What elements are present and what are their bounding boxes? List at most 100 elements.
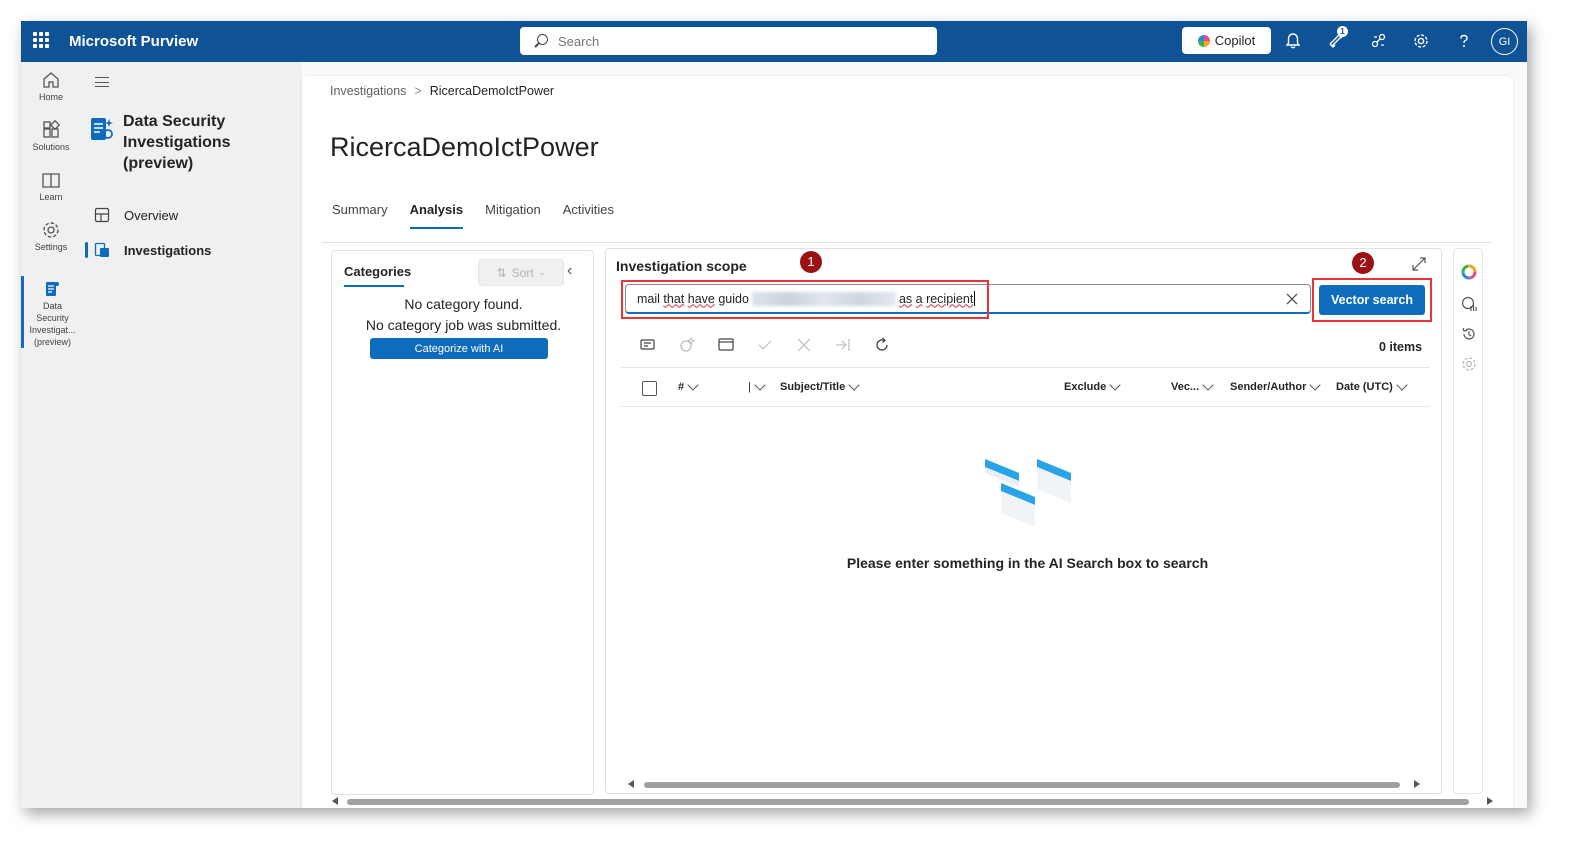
items-count: 0 items bbox=[1379, 340, 1423, 354]
app-title[interactable]: Microsoft Purview bbox=[69, 33, 198, 50]
expand-icon[interactable] bbox=[1411, 256, 1427, 272]
categories-tab[interactable]: Categories bbox=[344, 264, 411, 287]
copilot-icon[interactable] bbox=[1460, 263, 1478, 281]
app-window: Microsoft Purview Copilot 1 GI bbox=[21, 21, 1527, 808]
subnav-item-investigations[interactable]: Investigations bbox=[85, 236, 297, 264]
breadcrumb-current: RicercaDemoIctPower bbox=[429, 84, 555, 98]
search-icon bbox=[534, 34, 548, 48]
gear-icon[interactable] bbox=[1412, 32, 1430, 50]
insights-icon[interactable] bbox=[1460, 295, 1478, 313]
tab-summary[interactable]: Summary bbox=[332, 202, 388, 229]
breadcrumb: Investigations > RicercaDemoIctPower bbox=[330, 84, 554, 98]
column-label: Exclude bbox=[1064, 381, 1107, 393]
column-label: # bbox=[678, 381, 685, 393]
collapse-panel-icon[interactable]: ‹ bbox=[567, 262, 572, 280]
tag-icon[interactable] bbox=[628, 334, 667, 356]
settings-icon bbox=[43, 222, 59, 238]
column-vector[interactable]: Vec... bbox=[1171, 379, 1214, 393]
rail-item-label-line: Security bbox=[36, 313, 69, 323]
chevron-down-icon bbox=[687, 379, 699, 391]
chevron-down-icon bbox=[848, 379, 860, 391]
refresh-icon[interactable] bbox=[862, 334, 901, 356]
history-icon[interactable] bbox=[1460, 325, 1478, 343]
breadcrumb-parent-link[interactable]: Investigations bbox=[330, 84, 406, 98]
callout-1: 1 bbox=[800, 251, 822, 273]
subnav-item-label: Overview bbox=[124, 207, 179, 223]
dismiss-icon[interactable] bbox=[784, 334, 823, 356]
highlight-box-1 bbox=[621, 280, 989, 319]
close-icon[interactable] bbox=[1285, 292, 1299, 306]
global-search[interactable] bbox=[520, 27, 937, 55]
chevron-down-icon bbox=[754, 379, 766, 391]
page-horizontal-scrollbar[interactable] bbox=[331, 796, 1494, 807]
rail-item-label-line: (preview) bbox=[33, 337, 71, 347]
column-exclude[interactable]: Exclude bbox=[1064, 379, 1121, 393]
tab-activities[interactable]: Activities bbox=[563, 202, 614, 229]
solution-nav: Data Security Investigations (preview) O… bbox=[81, 62, 302, 808]
learn-icon bbox=[42, 173, 60, 188]
column-number[interactable]: # bbox=[678, 379, 699, 393]
scroll-right-icon[interactable] bbox=[1487, 797, 1493, 805]
rail-item-solutions[interactable]: Solutions bbox=[21, 120, 81, 152]
column-date[interactable]: Date (UTC) bbox=[1336, 379, 1408, 393]
select-all-checkbox[interactable] bbox=[642, 381, 657, 396]
chevron-down-icon: ⌄ bbox=[538, 268, 546, 277]
rail-item-settings[interactable]: Settings bbox=[21, 220, 81, 252]
scroll-right-icon[interactable] bbox=[1414, 780, 1420, 788]
rail-item-label-line: Data bbox=[42, 301, 62, 311]
page-title: RicercaDemoIctPower bbox=[330, 132, 599, 162]
column-label: Sender/Author bbox=[1230, 381, 1307, 393]
categorize-with-ai-button[interactable]: Categorize with AI bbox=[370, 338, 548, 359]
settings-gear-icon[interactable] bbox=[1460, 355, 1478, 373]
bell-icon[interactable] bbox=[1284, 32, 1302, 50]
window-icon[interactable] bbox=[706, 334, 745, 356]
tab-mitigation[interactable]: Mitigation bbox=[485, 202, 541, 229]
scrollbar-thumb[interactable] bbox=[644, 782, 1400, 788]
data-security-investigations-icon bbox=[45, 282, 59, 296]
investigation-scope-title: Investigation scope bbox=[616, 258, 747, 274]
subnav-item-label: Investigations bbox=[124, 242, 212, 258]
column-sender-author[interactable]: Sender/Author bbox=[1230, 379, 1322, 393]
sort-icon: ⇅ bbox=[496, 265, 507, 280]
investigations-icon bbox=[94, 242, 109, 257]
checkmark-icon[interactable] bbox=[745, 334, 784, 356]
sort-button[interactable]: ⇅ Sort ⌄ bbox=[478, 259, 564, 286]
global-search-input[interactable] bbox=[558, 33, 918, 49]
rail-item-label: Learn bbox=[39, 192, 63, 202]
empty-state-illustration bbox=[985, 459, 1071, 527]
column-label: Subject/Title bbox=[780, 381, 846, 393]
scroll-left-icon[interactable] bbox=[628, 780, 634, 788]
top-bar: Microsoft Purview Copilot 1 GI bbox=[21, 21, 1527, 62]
copilot-label: Copilot bbox=[1214, 33, 1256, 48]
rail-item-learn[interactable]: Learn bbox=[21, 170, 81, 202]
app-launcher-icon[interactable] bbox=[33, 32, 49, 48]
column-label: Date (UTC) bbox=[1336, 381, 1393, 393]
user-avatar[interactable]: GI bbox=[1491, 28, 1518, 55]
column-type[interactable]: | bbox=[748, 379, 766, 393]
scroll-left-icon[interactable] bbox=[332, 797, 338, 805]
results-toolbar bbox=[628, 334, 901, 356]
copilot-button[interactable]: Copilot bbox=[1182, 27, 1271, 54]
chevron-down-icon bbox=[1109, 379, 1121, 391]
rail-item-home[interactable]: Home bbox=[21, 70, 81, 102]
column-label: | bbox=[748, 381, 751, 393]
no-category-job-message: No category job was submitted. bbox=[365, 317, 562, 333]
hamburger-menu-icon[interactable] bbox=[95, 77, 109, 87]
scrollbar-thumb[interactable] bbox=[347, 799, 1469, 805]
help-icon[interactable] bbox=[1455, 32, 1473, 50]
side-toolbar bbox=[1453, 248, 1483, 794]
tab-divider bbox=[322, 242, 1492, 243]
announcement-icon[interactable]: 1 bbox=[1327, 26, 1348, 50]
left-rail: Home Solutions Learn Settings Data Secur… bbox=[21, 62, 81, 808]
subnav-item-overview[interactable]: Overview bbox=[85, 201, 297, 229]
rail-item-data-security-investigations[interactable]: Data Security Investigat... (preview) bbox=[21, 276, 81, 348]
export-icon[interactable] bbox=[823, 334, 862, 356]
chevron-down-icon bbox=[1396, 379, 1408, 391]
results-horizontal-scrollbar[interactable] bbox=[626, 779, 1422, 790]
ai-sparkle-icon[interactable] bbox=[667, 334, 706, 356]
solutions-icon bbox=[43, 120, 61, 138]
column-subject-title[interactable]: Subject/Title bbox=[780, 379, 860, 393]
tab-analysis[interactable]: Analysis bbox=[409, 202, 464, 229]
main-content: Investigations > RicercaDemoIctPower Ric… bbox=[302, 76, 1513, 808]
connections-icon[interactable] bbox=[1370, 32, 1388, 50]
